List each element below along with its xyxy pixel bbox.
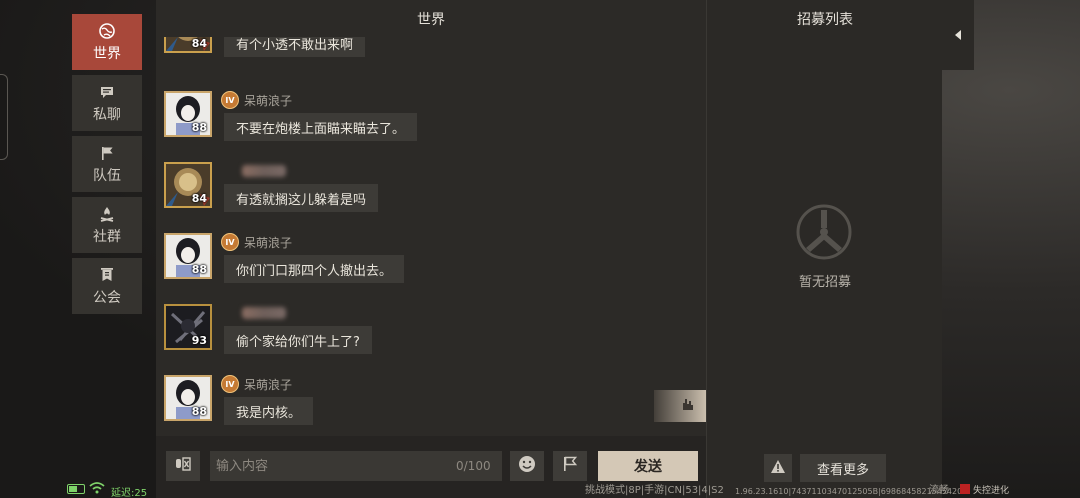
nav-label-community: 社群 [93,228,121,245]
game-logo [960,484,970,494]
nav-label-world: 世界 [93,45,121,62]
campfire-icon [98,205,116,223]
empty-recruit-text: 暂无招募 [798,275,851,290]
avatar[interactable]: 84 [164,162,212,208]
chat-message: 88 IV 呆萌浪子 我是内核。 [164,375,684,435]
chat-title: 世界 [417,11,445,28]
message-bubble: 我是内核。 [224,397,314,425]
voice-toggle-button[interactable] [166,451,200,481]
sender-name[interactable]: 呆萌浪子 [244,376,292,393]
avatar[interactable]: 93 [164,304,212,350]
send-button[interactable]: 发送 [598,451,698,481]
nav-item-guild[interactable]: 公会 [72,258,142,314]
recruit-title: 招募列表 [797,11,853,28]
chat-message: 84 有个小透不敢出来啊 [164,37,684,69]
flag-icon [98,144,116,162]
left-edge-handle[interactable] [0,74,8,160]
flag-icon [561,455,579,477]
player-level: 84 [191,192,207,205]
rank-badge-icon: IV [221,233,239,251]
player-level: 93 [191,334,207,347]
game-logo-text: 失控进化 [973,486,1010,496]
blurred-sender-name [242,307,286,319]
speech-bubble-icon [98,83,116,101]
voice-mute-icon [174,456,192,476]
player-level: 84 [191,37,207,50]
rank-badge-icon: IV [221,375,239,393]
avatar[interactable]: 88 [164,91,212,137]
view-more-button[interactable]: 查看更多 [800,454,886,482]
nav-item-world[interactable]: 世界 [72,14,142,70]
chat-panel: 世界 84 有个小透不敢出来啊 88 IV 呆萌浪子 不要在炮楼上面瞄来瞄去了。… [156,0,706,498]
chat-message: 88 IV 呆萌浪子 不要在炮楼上面瞄来瞄去了。 [164,91,684,153]
nav-label-team: 队伍 [93,167,121,184]
avatar[interactable]: 88 [164,375,212,421]
nav-item-community[interactable]: 社群 [72,197,142,253]
message-bubble: 你们门口那四个人撤出去。 [224,255,405,283]
char-counter: 0/100 [456,459,491,473]
empty-recruit-icon [796,204,852,260]
rank-badge-icon: IV [221,91,239,109]
share-flag-button[interactable] [553,451,587,481]
triangle-left-icon [954,26,962,45]
nav-item-private[interactable]: 私聊 [72,75,142,131]
battery-icon [67,484,85,494]
emoji-button[interactable] [510,451,544,481]
channel-nav: 世界 私聊 队伍 社群 公会 [72,14,142,319]
sender-name[interactable]: 呆萌浪子 [244,234,292,251]
chat-message: 88 IV 呆萌浪子 你们门口那四个人撤出去。 [164,233,684,295]
banner-icon [98,266,116,284]
player-level: 88 [191,405,207,418]
avatar[interactable]: 88 [164,233,212,279]
nav-label-guild: 公会 [93,289,121,306]
sender-name[interactable]: 呆萌浪子 [244,92,292,109]
chat-message-list[interactable]: 84 有个小透不敢出来啊 88 IV 呆萌浪子 不要在炮楼上面瞄来瞄去了。 84… [156,37,706,435]
collapse-panel-button[interactable] [942,0,974,70]
hand-icon [680,396,696,416]
quality-label: 流畅 [929,485,949,496]
smiley-icon [518,455,536,477]
report-button[interactable] [764,454,792,482]
message-bubble: 偷个家给你们牛上了? [224,326,372,354]
chat-message: 84 有透就搁这儿躲着是吗 [164,162,684,224]
message-bubble: 不要在炮楼上面瞄来瞄去了。 [224,113,418,141]
nav-item-team[interactable]: 队伍 [72,136,142,192]
recruit-panel: 招募列表 暂无招募 查看更多 [706,0,942,498]
message-bubble: 有个小透不敢出来啊 [224,37,366,57]
mode-info: 挑战模式|8P|手游|CN|53|4|S2 [585,485,724,496]
blurred-sender-name [242,165,286,177]
message-bubble: 有透就搁这儿躲着是吗 [224,184,379,212]
nav-label-private: 私聊 [93,106,121,123]
warning-icon [770,459,786,478]
globe-icon [98,22,116,40]
wifi-icon [89,482,105,494]
avatar[interactable]: 84 [164,37,212,53]
player-level: 88 [191,121,207,134]
latency-readout: 延迟:25 [111,488,148,498]
quick-action-button[interactable] [654,390,706,422]
player-level: 88 [191,263,207,276]
chat-message: 93 偷个家给你们牛上了? [164,304,684,366]
